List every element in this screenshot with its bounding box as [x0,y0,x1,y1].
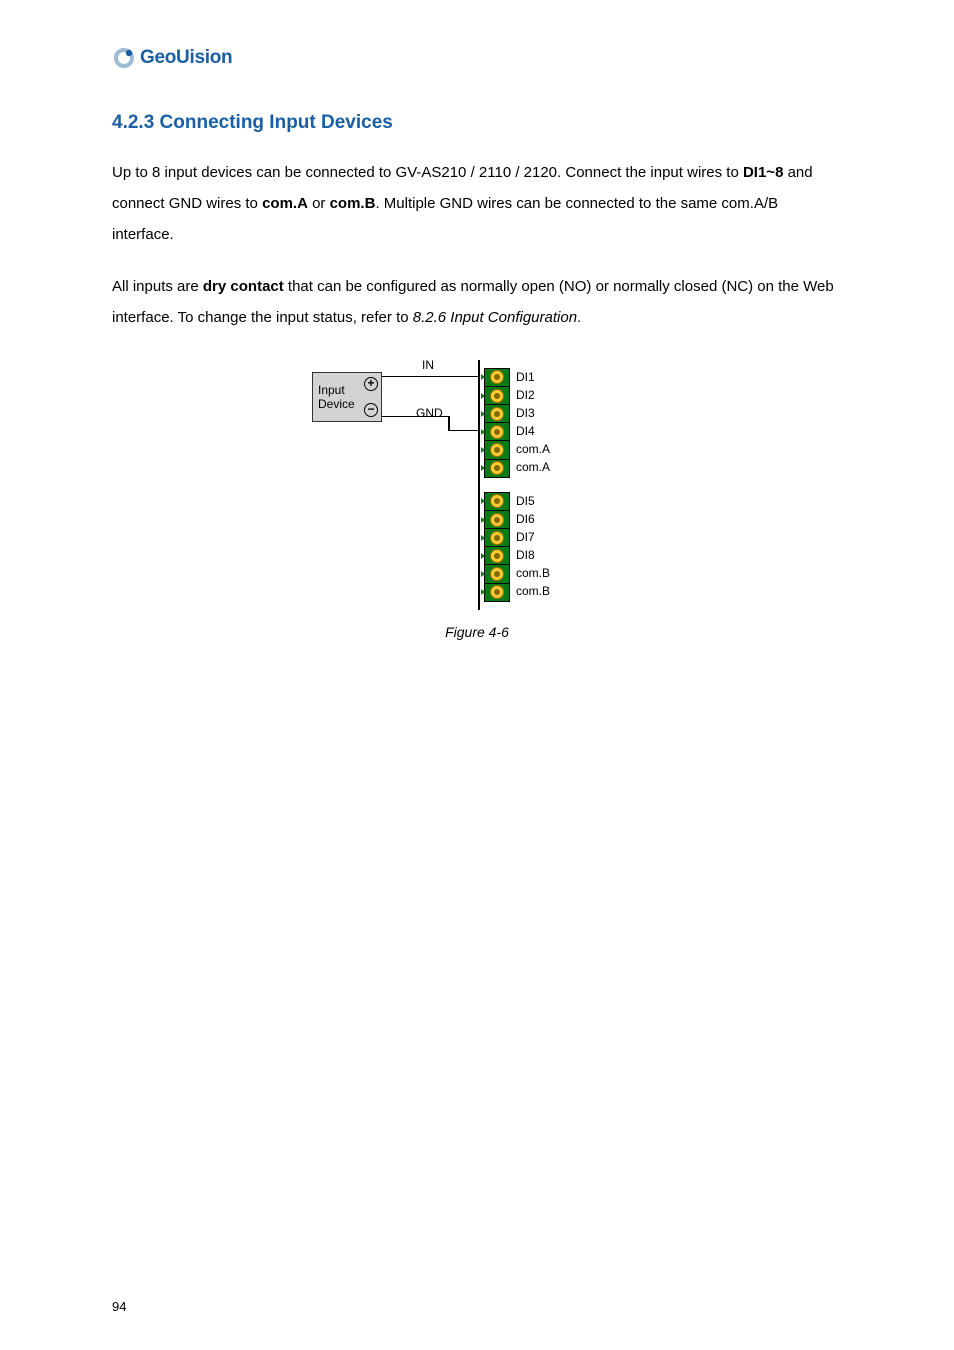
p2-t1: All inputs are [112,278,203,295]
terminal [485,511,509,529]
device-label: Input Device [318,383,355,412]
terminal [485,405,509,423]
terminal [485,460,509,477]
brand-text: GeoUision [140,47,232,69]
terminal [485,547,509,565]
p1-t3: or [308,195,330,212]
pin-labels-top: DI1 DI2 DI3 DI4 com.A com.A [516,368,550,476]
pin-labels-bottom: DI5 DI6 DI7 DI8 com.B com.B [516,492,550,600]
wire-gnd-seg1 [382,416,448,418]
pin-label: DI7 [516,528,550,546]
figure-container: Input Device + − IN GND [112,360,842,620]
p1-b3: com.B [330,195,376,212]
wire-in-label: IN [422,358,434,372]
pin-label: com.B [516,564,550,582]
plus-terminal: + [364,377,378,391]
p1-b1: DI1~8 [743,164,783,181]
terminal [485,387,509,405]
p2-link: 8.2.6 Input Configuration [413,309,577,326]
terminal-block-top [484,368,510,478]
minus-terminal: − [364,403,378,417]
terminal [485,529,509,547]
pin-label: DI2 [516,386,550,404]
globe-icon [112,46,136,70]
terminal [485,441,509,459]
terminal [485,565,509,583]
terminal [485,584,509,601]
paragraph-1: Up to 8 input devices can be connected t… [112,158,842,250]
pin-label: com.A [516,440,550,458]
pin-label: DI4 [516,422,550,440]
terminal-block-bottom [484,492,510,602]
p2-t3: . [577,309,581,326]
p1-b2: com.A [262,195,308,212]
pin-label: com.A [516,458,550,476]
section-title: 4.2.3 Connecting Input Devices [112,112,842,134]
wire-in [382,376,478,378]
paragraph-2: All inputs are dry contact that can be c… [112,272,842,334]
pin-label: DI6 [516,510,550,528]
terminal-board [478,360,514,610]
input-device-box: Input Device + − [312,372,382,422]
pin-label: com.B [516,582,550,600]
p2-b1: dry contact [203,278,284,295]
wiring-diagram: Input Device + − IN GND [312,360,642,620]
pin-label: DI1 [516,368,550,386]
terminal [485,369,509,387]
pin-label: DI8 [516,546,550,564]
pin-label: DI3 [516,404,550,422]
figure-caption: Figure 4-6 [112,624,842,640]
wire-gnd-seg2 [448,416,450,430]
p1-t1: Up to 8 input devices can be connected t… [112,164,743,181]
wire-gnd-label: GND [416,406,443,420]
pin-label: DI5 [516,492,550,510]
page-number: 94 [112,1299,126,1314]
terminal [485,423,509,441]
wire-gnd-seg3 [448,430,478,432]
brand-logo: GeoUision [112,46,842,70]
terminal [485,493,509,511]
